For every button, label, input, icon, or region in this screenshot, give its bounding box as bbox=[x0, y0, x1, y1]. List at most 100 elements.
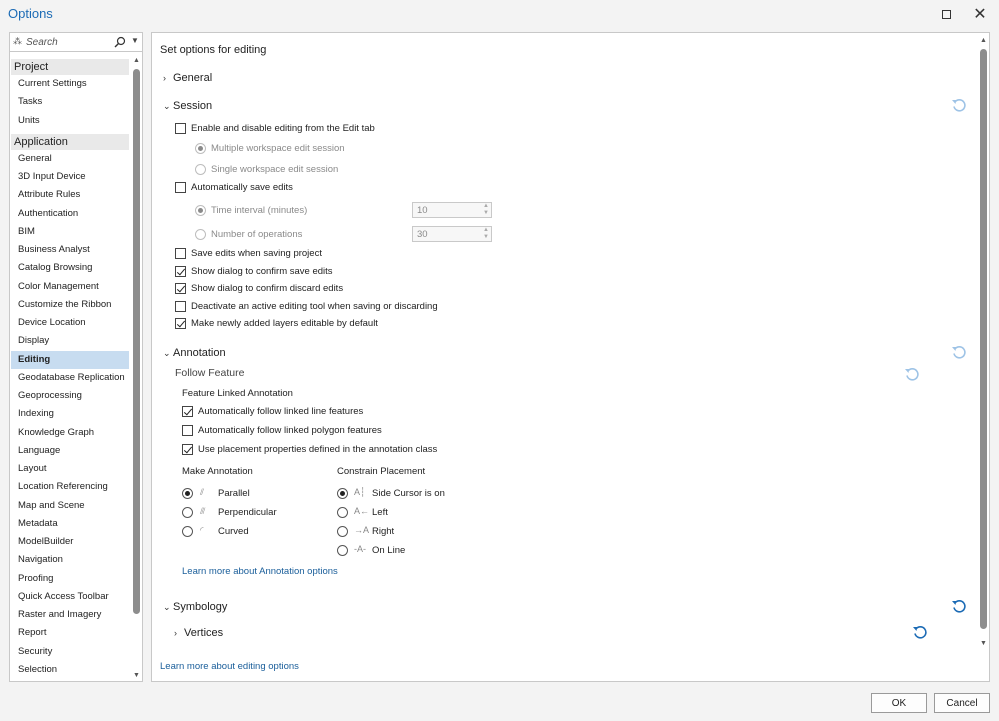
follow-line-checkbox[interactable] bbox=[182, 406, 193, 417]
nav-item-metadata[interactable]: Metadata bbox=[11, 515, 129, 533]
maximize-button[interactable] bbox=[935, 4, 957, 24]
nav-item-report[interactable]: Report bbox=[11, 624, 129, 642]
scroll-down-icon[interactable]: ▼ bbox=[980, 640, 987, 647]
left-label: Left bbox=[372, 507, 388, 518]
nav-item-attribute-rules[interactable]: Attribute Rules bbox=[11, 186, 129, 204]
nav-item-display[interactable]: Display bbox=[11, 332, 129, 350]
stepper-arrows-icon[interactable]: ▲ ▼ bbox=[483, 227, 489, 241]
single-workspace-radio[interactable] bbox=[195, 164, 206, 175]
follow-polygon-label: Automatically follow linked polygon feat… bbox=[198, 425, 382, 436]
follow-feature-heading: Follow Feature bbox=[175, 367, 245, 379]
nav-item-raster-and-imagery[interactable]: Raster and Imagery bbox=[11, 606, 129, 624]
curved-icon: ◜ bbox=[200, 525, 204, 535]
parallel-radio[interactable] bbox=[182, 488, 193, 499]
right-placement-icon: →A bbox=[354, 525, 370, 535]
nav-item-modelbuilder[interactable]: ModelBuilder bbox=[11, 533, 129, 551]
save-with-project-label: Save edits when saving project bbox=[191, 248, 322, 259]
save-with-project-checkbox[interactable] bbox=[175, 248, 186, 259]
follow-polygon-checkbox[interactable] bbox=[182, 425, 193, 436]
nav-item-security[interactable]: Security bbox=[11, 643, 129, 661]
cancel-button[interactable]: Cancel bbox=[934, 693, 990, 713]
multiple-workspace-radio[interactable] bbox=[195, 143, 206, 154]
nav-item-location-referencing[interactable]: Location Referencing bbox=[11, 478, 129, 496]
close-icon: ✕ bbox=[973, 6, 987, 23]
options-scrollbar[interactable]: ▲ ▼ bbox=[978, 33, 989, 681]
section-annotation[interactable]: ⌄ Annotation bbox=[163, 347, 226, 359]
filter-icon[interactable]: ⁂ bbox=[13, 36, 22, 47]
time-interval-label: Time interval (minutes) bbox=[211, 205, 308, 216]
window-title: Options bbox=[8, 6, 53, 21]
section-session[interactable]: ⌄ Session bbox=[163, 100, 212, 112]
enable-disable-checkbox[interactable] bbox=[175, 123, 186, 134]
reset-icon[interactable] bbox=[951, 344, 967, 360]
nav-item-quick-access-toolbar[interactable]: Quick Access Toolbar bbox=[11, 588, 129, 606]
confirm-discard-checkbox[interactable] bbox=[175, 283, 186, 294]
category-scrollbar[interactable]: ▲ ▼ bbox=[131, 53, 142, 681]
scrollbar-thumb[interactable] bbox=[980, 49, 987, 629]
chevron-down-icon: ⌄ bbox=[163, 101, 171, 111]
subsection-vertices[interactable]: › Vertices bbox=[174, 627, 223, 639]
nav-item-language[interactable]: Language bbox=[11, 442, 129, 460]
on-line-label: On Line bbox=[372, 545, 406, 556]
nav-item-navigation[interactable]: Navigation bbox=[11, 551, 129, 569]
scroll-down-icon[interactable]: ▼ bbox=[133, 672, 140, 679]
nav-item-geodatabase-replication[interactable]: Geodatabase Replication bbox=[11, 369, 129, 387]
curved-radio[interactable] bbox=[182, 526, 193, 537]
time-interval-radio[interactable] bbox=[195, 205, 206, 216]
nav-item-color-management[interactable]: Color Management bbox=[11, 278, 129, 296]
scroll-up-icon[interactable]: ▲ bbox=[133, 57, 140, 64]
nav-item-current-settings[interactable]: Current Settings bbox=[11, 75, 129, 93]
learn-more-editing-link[interactable]: Learn more about editing options bbox=[160, 661, 299, 672]
nav-item-bim[interactable]: BIM bbox=[11, 223, 129, 241]
enable-disable-label: Enable and disable editing from the Edit… bbox=[191, 123, 375, 134]
scrollbar-thumb[interactable] bbox=[133, 69, 140, 614]
perpendicular-radio[interactable] bbox=[182, 507, 193, 518]
close-button[interactable]: ✕ bbox=[969, 4, 991, 24]
layers-editable-checkbox[interactable] bbox=[175, 318, 186, 329]
right-radio[interactable] bbox=[337, 526, 348, 537]
deactivate-tool-checkbox[interactable] bbox=[175, 301, 186, 312]
num-operations-radio[interactable] bbox=[195, 229, 206, 240]
nav-item-selection[interactable]: Selection bbox=[11, 661, 129, 679]
reset-icon[interactable] bbox=[951, 598, 967, 614]
ok-button[interactable]: OK bbox=[871, 693, 927, 713]
nav-item-authentication[interactable]: Authentication bbox=[11, 205, 129, 223]
nav-item-proofing[interactable]: Proofing bbox=[11, 570, 129, 588]
use-placement-checkbox[interactable] bbox=[182, 444, 193, 455]
nav-item-catalog-browsing[interactable]: Catalog Browsing bbox=[11, 259, 129, 277]
search-input[interactable] bbox=[24, 34, 116, 50]
confirm-save-checkbox[interactable] bbox=[175, 266, 186, 277]
left-radio[interactable] bbox=[337, 507, 348, 518]
time-interval-stepper[interactable]: 10 ▲ ▼ bbox=[412, 202, 492, 218]
nav-item-knowledge-graph[interactable]: Knowledge Graph bbox=[11, 424, 129, 442]
reset-icon[interactable] bbox=[951, 97, 967, 113]
nav-item-customize-ribbon[interactable]: Customize the Ribbon bbox=[11, 296, 129, 314]
scroll-up-icon[interactable]: ▲ bbox=[980, 37, 987, 44]
nav-item-map-and-scene[interactable]: Map and Scene bbox=[11, 497, 129, 515]
perpendicular-icon: ⫻ bbox=[200, 506, 206, 516]
section-general[interactable]: › General bbox=[163, 72, 212, 84]
nav-item-business-analyst[interactable]: Business Analyst bbox=[11, 241, 129, 259]
learn-more-annotation-link[interactable]: Learn more about Annotation options bbox=[182, 566, 338, 577]
on-line-radio[interactable] bbox=[337, 545, 348, 556]
nav-item-3d-input-device[interactable]: 3D Input Device bbox=[11, 168, 129, 186]
stepper-arrows-icon[interactable]: ▲ ▼ bbox=[483, 203, 489, 217]
search-icon[interactable] bbox=[114, 36, 126, 48]
nav-item-editing[interactable]: Editing bbox=[11, 350, 129, 369]
side-cursor-radio[interactable] bbox=[337, 488, 348, 499]
nav-item-general[interactable]: General bbox=[11, 150, 129, 168]
nav-item-indexing[interactable]: Indexing bbox=[11, 405, 129, 423]
layers-editable-label: Make newly added layers editable by defa… bbox=[191, 318, 378, 329]
parallel-label: Parallel bbox=[218, 488, 250, 499]
reset-icon[interactable] bbox=[904, 366, 920, 382]
nav-item-units[interactable]: Units bbox=[11, 112, 129, 130]
reset-icon[interactable] bbox=[912, 624, 928, 640]
nav-item-tasks[interactable]: Tasks bbox=[11, 93, 129, 111]
nav-item-layout[interactable]: Layout bbox=[11, 460, 129, 478]
auto-save-checkbox[interactable] bbox=[175, 182, 186, 193]
num-operations-stepper[interactable]: 30 ▲ ▼ bbox=[412, 226, 492, 242]
nav-item-device-location[interactable]: Device Location bbox=[11, 314, 129, 332]
section-symbology[interactable]: ⌄ Symbology bbox=[163, 601, 227, 613]
chevron-down-icon[interactable]: ▼ bbox=[131, 36, 139, 45]
nav-item-geoprocessing[interactable]: Geoprocessing bbox=[11, 387, 129, 405]
